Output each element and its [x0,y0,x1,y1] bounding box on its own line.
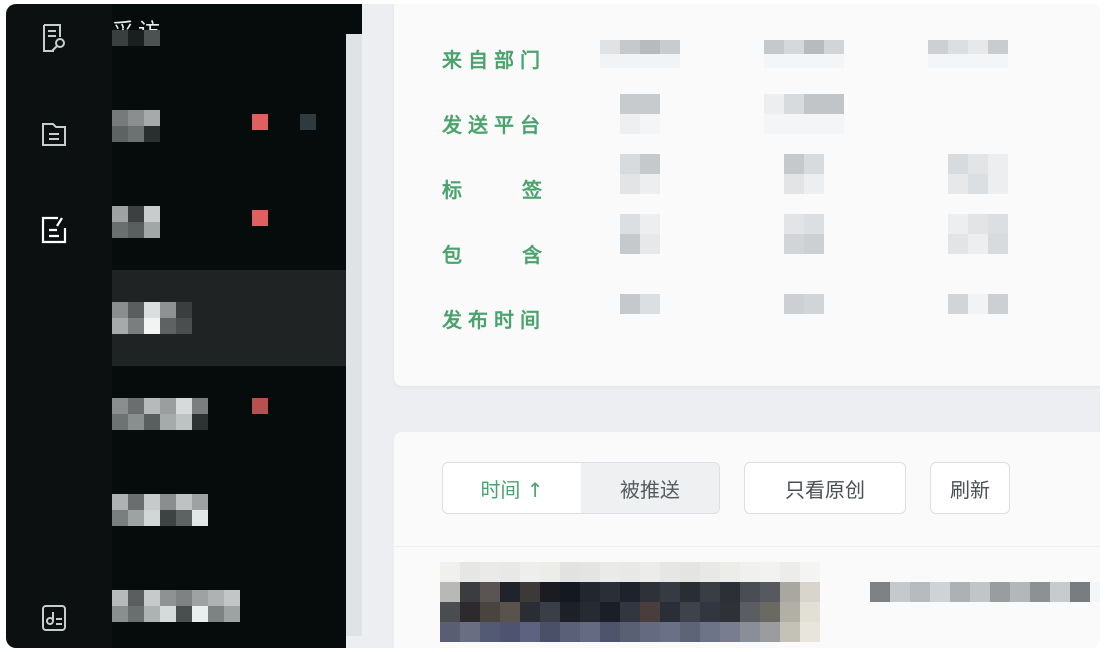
sidebar-scrollbar-track[interactable] [346,34,362,636]
filter-label-contains-char1: 包 [442,243,462,267]
filter-option-dept-2[interactable] [764,40,844,68]
unread-badge [252,210,268,226]
icon-rail [6,4,112,648]
sidebar-scrollbar-thumb[interactable] [346,4,362,34]
filter-option-platform-1[interactable] [620,94,660,134]
filter-option-time-1[interactable] [620,294,660,314]
results-panel: 时间 ↑ 被推送 只看原创 刷新 [394,432,1100,648]
section-title-redacted [112,30,160,46]
filter-option-tag-3[interactable] [948,154,1008,194]
sort-segmented-control: 时间 ↑ 被推送 [442,462,720,514]
filter-label-platform: 发送平台 [442,113,546,137]
sort-by-time-button[interactable]: 时间 ↑ [443,463,581,513]
filter-option-contains-3[interactable] [948,214,1008,254]
filter-option-dept-3[interactable] [928,40,1008,68]
filter-option-contains-1[interactable] [620,214,660,254]
filter-option-time-2[interactable] [784,294,824,314]
sidebar-item-2[interactable] [112,174,346,270]
sidebar-item-3-active[interactable] [112,270,346,366]
sidebar-item-6[interactable] [112,558,346,648]
redacted-label [112,110,160,142]
redacted-label [112,302,192,334]
redacted-label [112,590,240,622]
redacted-label [112,206,160,238]
sidebar-item-5[interactable] [112,462,346,558]
filter-option-tag-1[interactable] [620,154,660,194]
filter-panel: 来自部门 发送平台 标 签 包 含 发布时间 [394,4,1100,386]
note-icon[interactable] [38,602,70,634]
filter-option-contains-2[interactable] [784,214,824,254]
filter-label-tag: 标 签 [442,174,542,202]
main-content: 来自部门 发送平台 标 签 包 含 发布时间 时间 ↑ 被推送 只看原创 刷新 [362,4,1100,648]
redacted-label [112,494,208,526]
interview-icon[interactable] [38,22,70,54]
secondary-sidebar: 采访 [112,4,346,648]
divider [394,546,1100,547]
status-dot [300,114,316,130]
refresh-button[interactable]: 刷新 [930,462,1010,514]
article-title-redacted[interactable] [870,582,1100,602]
filter-option-platform-2[interactable] [764,94,844,134]
filter-option-time-3[interactable] [948,294,1008,314]
app-window: 采访 来自部门 发送平台 标 签 包 含 发布时间 时间 ↑ 被推送 只看原创 … [6,4,1100,648]
unread-badge [252,398,268,414]
sidebar-item-4[interactable] [112,366,346,462]
folder-icon[interactable] [38,118,70,150]
unread-badge [252,114,268,130]
filter-label-department: 来自部门 [442,48,546,72]
filter-label-tag-char1: 标 [442,178,462,202]
filter-label-contains-char2: 含 [522,243,542,267]
filter-option-dept-1[interactable] [600,40,680,68]
original-only-button[interactable]: 只看原创 [744,462,906,514]
article-thumbnail[interactable] [440,562,828,648]
filter-label-contains: 包 含 [442,239,542,267]
filter-label-publish-time: 发布时间 [442,308,546,332]
edit-icon[interactable] [38,214,70,246]
redacted-label [112,398,208,430]
sidebar-item-1[interactable] [112,78,346,174]
filter-label-tag-char2: 签 [522,178,542,202]
sort-by-pushed-button[interactable]: 被推送 [581,463,719,513]
filter-option-tag-2[interactable] [784,154,824,194]
